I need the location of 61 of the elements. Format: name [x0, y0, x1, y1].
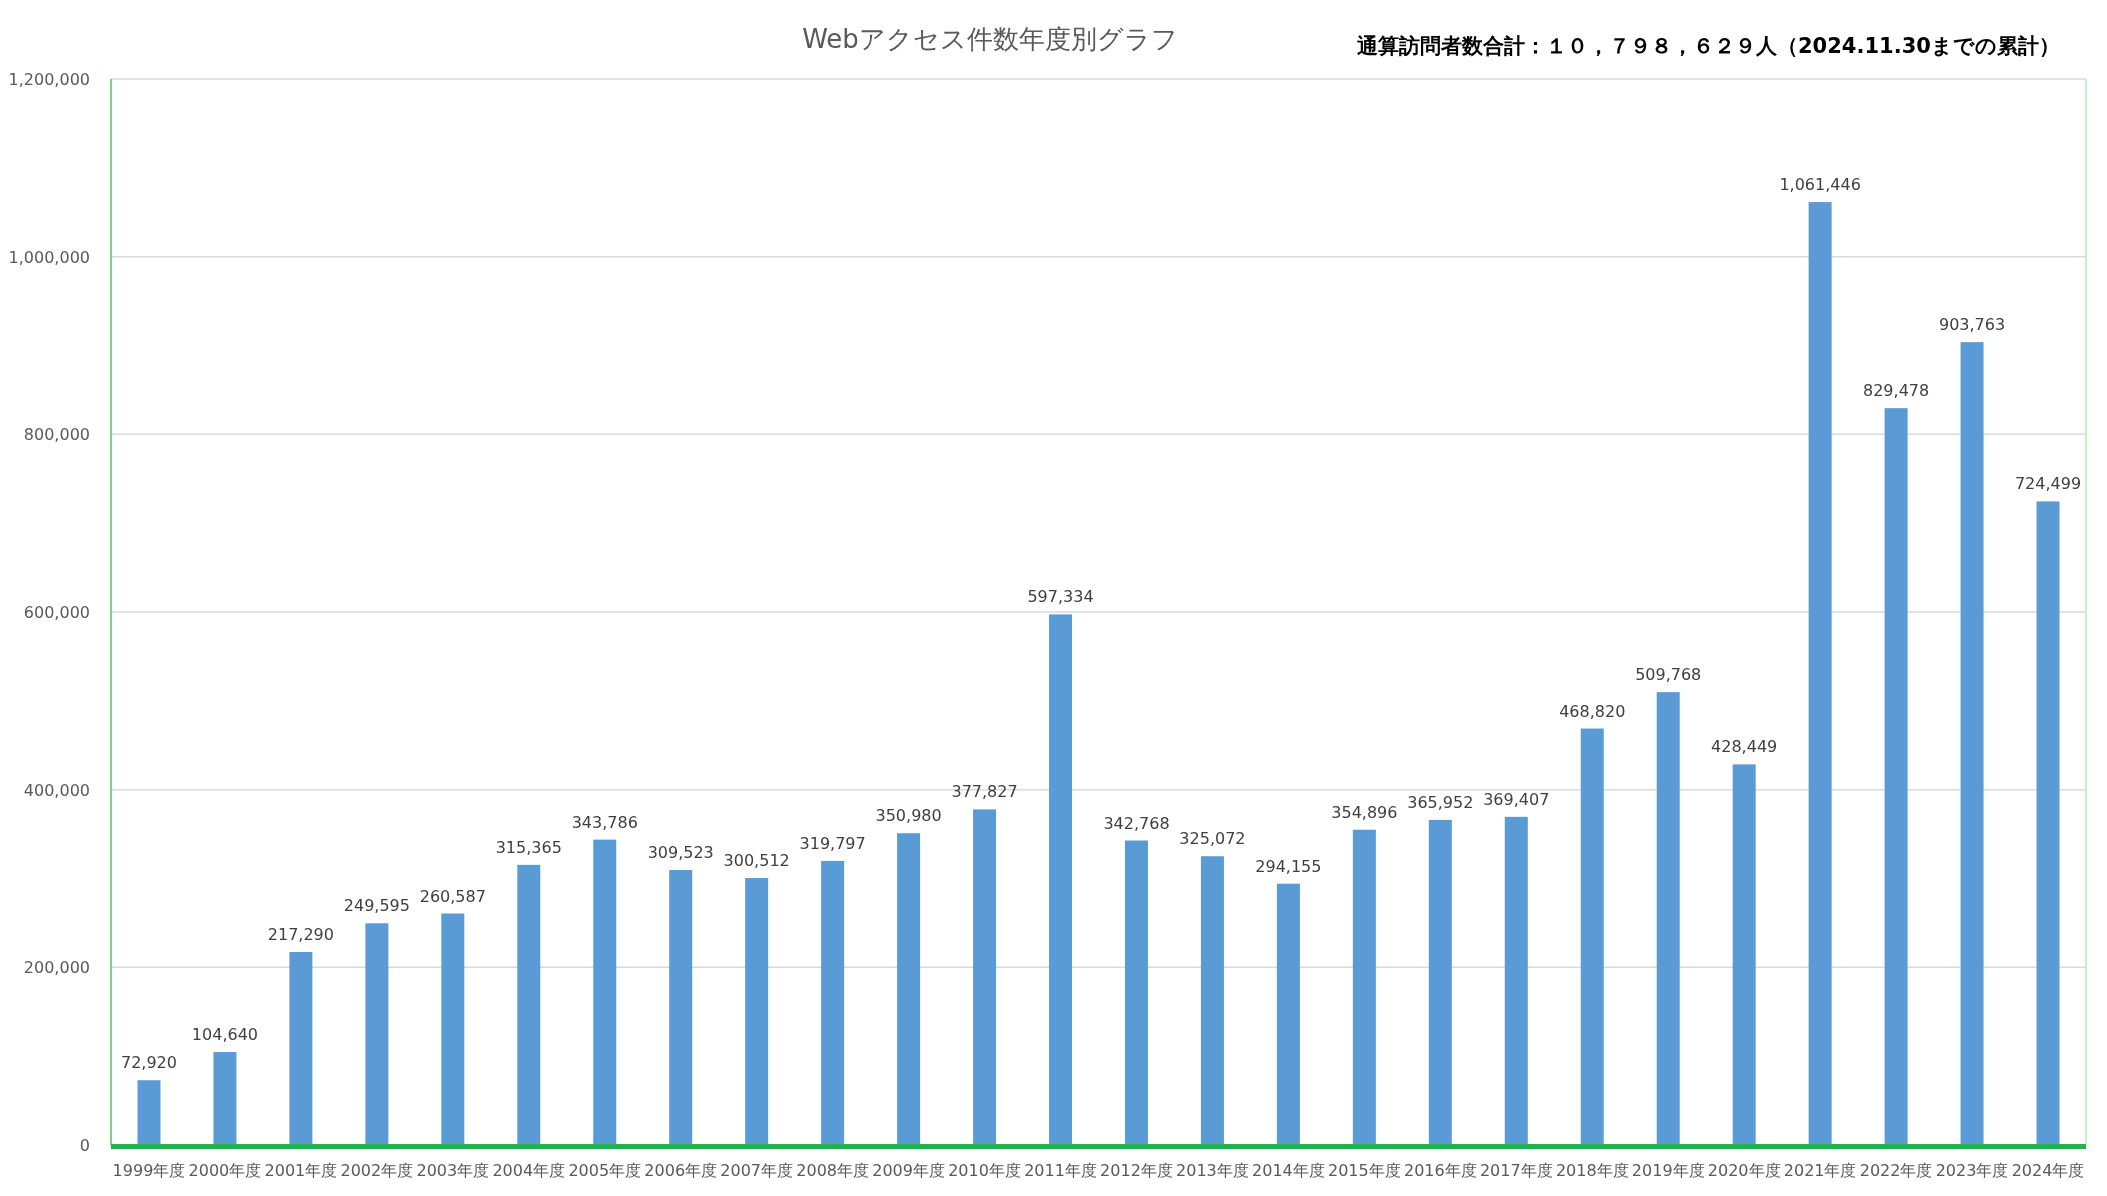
data-label: 300,512 — [723, 851, 790, 871]
x-axis-label: 2003年度 — [416, 1161, 490, 1180]
y-axis-label: 200,000 — [23, 958, 90, 978]
x-axis-label: 2017年度 — [1479, 1161, 1553, 1180]
data-label: 365,952 — [1407, 792, 1474, 812]
data-label: 217,290 — [267, 924, 334, 944]
data-label: 315,365 — [495, 837, 562, 857]
y-axis-label: 1,200,000 — [8, 70, 90, 89]
x-axis-label: 2020年度 — [1707, 1161, 1781, 1180]
x-axis-label: 2006年度 — [644, 1161, 718, 1180]
x-axis-label: 2011年度 — [1024, 1161, 1097, 1180]
data-label: 903,763 — [1938, 315, 2006, 335]
data-label: 468,820 — [1559, 701, 1626, 721]
y-axis-label: 400,000 — [23, 780, 90, 800]
x-axis-label: 2010年度 — [948, 1161, 1021, 1180]
data-label: 377,827 — [951, 782, 1018, 802]
data-label: 104,640 — [191, 1025, 259, 1045]
data-label: 724,499 — [2014, 474, 2082, 494]
x-axis-label: 2002年度 — [340, 1161, 414, 1180]
x-axis-label: 2019年度 — [1631, 1161, 1705, 1180]
x-axis-label: 2022年度 — [1859, 1161, 1933, 1180]
total-visitors-note: 通算訪問者数合計：１０，７９８，６２９人（2024.11.30までの累計） — [1357, 34, 2060, 58]
data-label: 829,478 — [1863, 381, 1930, 401]
x-axis-label: 2016年度 — [1403, 1161, 1477, 1180]
data-label: 428,449 — [1711, 737, 1778, 757]
x-axis-label: 2014年度 — [1252, 1161, 1325, 1180]
data-label: 249,595 — [343, 896, 410, 916]
data-label: 343,786 — [571, 812, 638, 832]
data-label: 342,768 — [1103, 813, 1170, 833]
x-axis-label: 2013年度 — [1176, 1161, 1249, 1180]
y-axis-label: 600,000 — [23, 603, 90, 622]
x-axis-label: 2004年度 — [492, 1161, 566, 1180]
x-axis-label: 2001年度 — [264, 1161, 338, 1180]
y-axis-label: 0 — [79, 1136, 90, 1155]
x-axis-label: 2008年度 — [796, 1161, 869, 1180]
x-axis-label: 2023年度 — [1935, 1161, 2009, 1180]
data-label: 309,523 — [647, 843, 714, 863]
y-axis-label: 1,000,000 — [8, 247, 90, 267]
data-label: 354,896 — [1331, 802, 1398, 822]
y-axis-label: 800,000 — [23, 425, 90, 445]
x-axis-label: 2021年度 — [1783, 1161, 1857, 1180]
data-label: 260,587 — [419, 886, 486, 906]
x-axis-label: 2015年度 — [1328, 1161, 1401, 1180]
data-label: 350,980 — [875, 806, 942, 826]
data-label: 509,768 — [1635, 665, 1702, 685]
x-axis-label: 2000年度 — [188, 1161, 262, 1180]
x-axis-label: 2007年度 — [720, 1161, 794, 1180]
data-label: 294,155 — [1255, 856, 1322, 876]
data-label: 597,334 — [1027, 587, 1094, 607]
x-axis-label: 2009年度 — [872, 1161, 945, 1180]
x-axis-label: 2005年度 — [568, 1161, 642, 1180]
x-axis-label: 2024年度 — [2011, 1161, 2085, 1180]
data-label: 369,407 — [1483, 789, 1550, 809]
x-axis-label: 1999年度 — [112, 1161, 186, 1180]
data-label: 72,920 — [121, 1053, 177, 1073]
data-label: 325,072 — [1179, 829, 1246, 849]
data-label: 319,797 — [799, 833, 866, 853]
x-axis-label: 2018年度 — [1555, 1161, 1629, 1180]
x-axis-label: 2012年度 — [1100, 1161, 1173, 1180]
chart-title: Webアクセス件数年度別グラフ — [802, 24, 1178, 54]
data-label: 1,061,446 — [1779, 175, 1861, 195]
